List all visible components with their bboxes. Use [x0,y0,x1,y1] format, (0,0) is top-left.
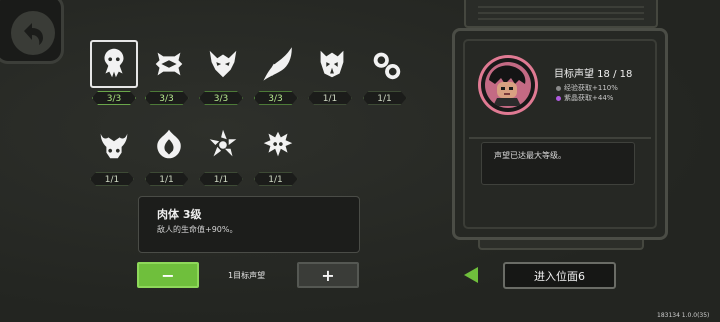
purple-bonus: 紫晶获取+44% [556,93,613,103]
skill-slot[interactable]: 3/3 [143,40,195,110]
skill-level-badge: 1/1 [363,91,407,105]
avatar [478,55,538,115]
skill-slot[interactable]: 1/1 [143,121,195,191]
skill-slot[interactable]: 1/1 [252,121,304,191]
back-arrow-icon [11,11,55,55]
target-reputation-title: 目标声望 18 / 18 [554,69,633,80]
skill-slot[interactable]: 1/1 [306,40,358,110]
flame-crest-icon [145,121,193,169]
horned-mask-icon [308,40,356,88]
enter-level-button[interactable]: 进入位面6 [503,262,616,289]
target-reputation-count: 1目标声望 [228,271,266,280]
skill-level-badge: 3/3 [254,91,298,105]
xp-dot-icon [556,85,561,91]
skill-level-badge: 1/1 [199,172,243,186]
reputation-panel [452,28,668,240]
skill-level-badge: 1/1 [145,172,189,186]
purple-gem-icon [556,95,561,101]
feather-wing-icon [254,40,302,88]
skill-slot[interactable]: 3/3 [252,40,304,110]
skill-level-badge: 3/3 [92,91,136,105]
version-label: 183134 1.0.0(35) [657,312,710,319]
skill-level-badge: 3/3 [199,91,243,105]
left-triangle-icon [464,267,478,283]
skill-slot[interactable]: 1/1 [361,40,413,110]
skill-detail-panel: 肉体 3级 敌人的生命值+90%。 [138,196,360,253]
skill-slot[interactable]: 3/3 [90,40,138,110]
console-header [464,0,658,28]
tentacle-skull-icon [90,121,138,169]
skill-level-badge: 1/1 [254,172,298,186]
xp-bonus: 经验获取+110% [556,83,618,93]
back-button[interactable] [0,0,64,64]
increase-button[interactable]: + [297,262,359,288]
skill-slot[interactable]: 3/3 [197,40,249,110]
skill-level-badge: 1/1 [90,172,134,186]
decrease-button[interactable]: − [137,262,199,288]
skill-slot[interactable]: 1/1 [197,121,249,191]
demon-face-icon [199,40,247,88]
reputation-info-text: 声望已达最大等级。 [494,151,566,160]
skill-slot[interactable]: 1/1 [88,121,140,191]
pinwheel-icon [199,121,247,169]
skill-detail-title: 肉体 3级 [157,208,202,221]
spiked-eye-icon [145,40,193,88]
character-portrait-icon [489,65,526,106]
previous-level-button[interactable] [462,266,480,288]
skill-level-badge: 1/1 [308,91,352,105]
spiked-orb-icon [254,121,302,169]
skull-claws-icon [90,40,138,88]
reputation-info-box: 声望已达最大等级。 [481,142,635,185]
skill-detail-text: 敌人的生命值+90%。 [157,225,238,234]
spiral-orbs-icon [363,40,411,88]
skill-level-badge: 3/3 [145,91,189,105]
purple-bonus-label: 紫晶获取+44% [564,94,614,102]
xp-bonus-label: 经验获取+110% [564,84,618,92]
